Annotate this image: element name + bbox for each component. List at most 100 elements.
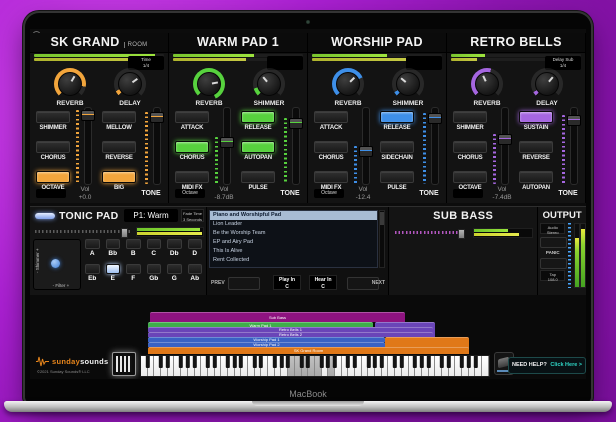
need-help-pill[interactable]: NEED HELP? Click Here > [508,357,586,374]
setlist-song[interactable]: Piano and Worshipful Pad [210,211,378,220]
piano-black-key[interactable] [446,356,451,368]
fx-button-reverse[interactable] [102,141,136,153]
note-button-b[interactable] [126,239,141,249]
note-button-db[interactable] [167,239,182,249]
note-button-c[interactable] [146,239,161,249]
piano-black-key[interactable] [306,356,311,368]
tone-fader[interactable] [562,107,581,185]
fx-button-midi-fx[interactable] [175,171,209,183]
xy-pad-puck[interactable] [51,259,60,268]
fx-button-autopan[interactable] [241,141,275,153]
setlist-song[interactable]: This Is Alive [210,247,377,256]
fader-handle[interactable] [359,146,373,157]
prev-button[interactable] [228,277,261,290]
fx-button-mellow[interactable] [102,111,136,123]
piano-black-key[interactable] [239,356,244,368]
hear-in-key[interactable]: Hear In C [309,275,338,290]
reverb-knob[interactable] [471,68,503,100]
piano-black-key[interactable] [473,356,478,368]
help-link[interactable]: Click Here > [550,362,582,368]
fx-button-octave[interactable] [453,171,487,183]
volume-fader[interactable] [493,107,512,185]
piano-black-key[interactable] [252,356,257,368]
play-in-key[interactable]: Play In C [273,275,302,290]
fx-button-chorus[interactable] [453,141,487,153]
piano-black-key[interactable] [259,356,264,368]
piano-black-key[interactable] [212,356,217,368]
fader-handle[interactable] [567,114,581,126]
reverb-knob[interactable] [193,68,225,100]
note-button-a[interactable] [85,239,100,249]
delay-knob[interactable] [531,68,563,100]
note-button-gb[interactable] [146,264,161,274]
piano-black-key[interactable] [373,356,378,368]
fx-button-shimmer[interactable] [453,111,487,123]
piano-black-key[interactable] [319,356,324,368]
note-button-e[interactable] [105,264,120,274]
tonic-volume-slider[interactable] [35,228,131,238]
patch-display[interactable]: P1: Warm [124,209,178,222]
fx-button-autopan[interactable] [519,171,553,183]
setlist-song[interactable]: Be the Worship Team [210,229,377,238]
piano-black-key[interactable] [366,356,371,368]
piano-black-key[interactable] [205,356,210,368]
tonic-pad-power-indicator[interactable] [35,213,55,219]
xy-pad[interactable]: - Shimmer + - Filter + [33,239,81,290]
tap-tempo-box[interactable]: Tap 108.0 [540,270,566,282]
slider-handle[interactable] [458,229,466,239]
volume-fader[interactable] [76,107,95,185]
note-button-ab[interactable] [187,264,202,274]
piano-black-key[interactable] [460,356,465,368]
fx-button-attack[interactable] [314,111,348,123]
piano-black-key[interactable] [439,356,444,368]
note-button-d[interactable] [187,239,202,249]
tone-fader[interactable] [145,107,164,185]
fader-handle[interactable] [428,113,442,125]
fx-button-release[interactable] [380,111,414,123]
piano-black-key[interactable] [466,356,471,368]
piano-black-key[interactable] [346,356,351,368]
piano-black-key[interactable] [286,356,291,368]
piano-black-key[interactable] [232,356,237,368]
output-button[interactable] [540,237,568,248]
note-button-eb[interactable] [85,264,100,274]
setlist-song[interactable]: Rent Collected [210,256,377,265]
piano-black-key[interactable] [158,356,163,368]
fx-button-chorus[interactable] [36,141,70,153]
piano-black-key[interactable] [326,356,331,368]
piano-black-key[interactable] [393,356,398,368]
note-button-f[interactable] [126,264,141,274]
slider-handle[interactable] [121,228,129,238]
piano-black-key[interactable] [299,356,304,368]
setlist-scrollbar[interactable] [379,210,386,268]
fader-handle[interactable] [150,111,164,123]
piano-black-key[interactable] [332,356,337,368]
setlist-song[interactable]: EP and Airy Pad [210,238,377,247]
piano-white-key[interactable] [482,356,489,376]
fx-button-reverse[interactable] [519,141,553,153]
volume-fader[interactable] [354,107,373,185]
scrollbar-thumb[interactable] [380,212,385,225]
reverb-knob[interactable] [332,68,364,100]
fx-button-chorus[interactable] [314,141,348,153]
fx-button-big[interactable] [102,171,136,183]
reverb-knob[interactable] [54,68,86,100]
piano-black-key[interactable] [352,356,357,368]
piano-black-key[interactable] [413,356,418,368]
piano-black-key[interactable] [419,356,424,368]
panic-button[interactable] [540,258,568,269]
fx-button-sidechain[interactable] [380,141,414,153]
piano-black-key[interactable] [178,356,183,368]
setlist-song[interactable]: Lion Leader [210,220,377,229]
fader-handle[interactable] [220,136,234,148]
fx-button-pulse[interactable] [380,171,414,183]
fx-button-sustain[interactable] [519,111,553,123]
delay-knob[interactable] [114,68,146,100]
piano-black-key[interactable] [165,356,170,368]
fx-button-release[interactable] [241,111,275,123]
piano-black-key[interactable] [225,356,230,368]
tone-fader[interactable] [423,107,442,185]
fader-handle[interactable] [498,133,512,145]
sub-bass-slider[interactable] [395,229,466,239]
piano-black-key[interactable] [145,356,150,368]
